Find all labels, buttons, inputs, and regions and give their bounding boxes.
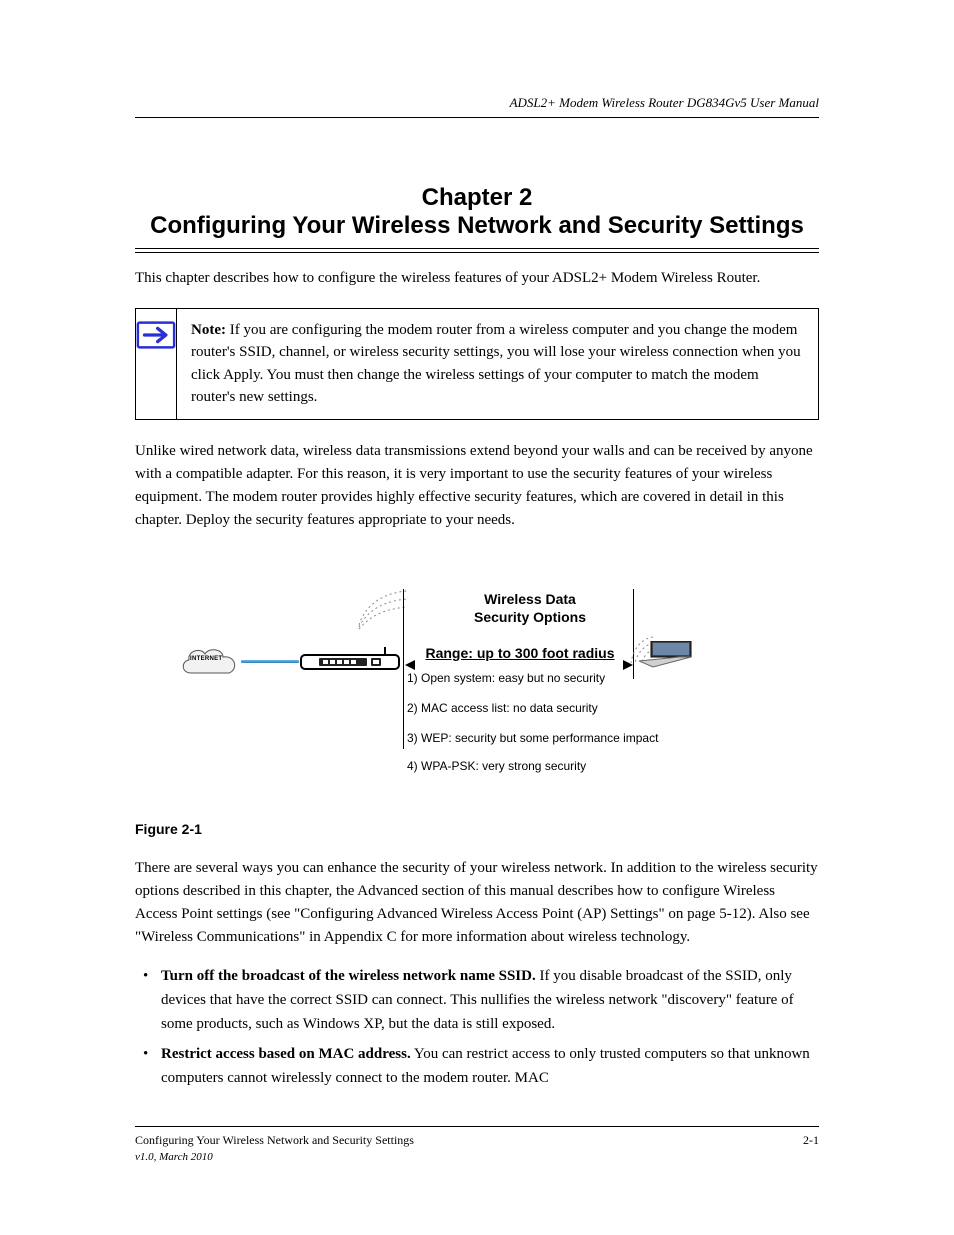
paragraph-2: There are several ways you can enhance t…: [135, 857, 819, 950]
wireless-waves-icon: [353, 585, 413, 631]
title-rule-2: [135, 252, 819, 253]
para2-text-c: for more information about wireless tech…: [397, 929, 691, 945]
intro-paragraph: This chapter describes how to configure …: [135, 267, 819, 290]
note-text: Note: If you are configuring the modem r…: [177, 309, 818, 419]
chapter-title: Chapter 2 Configuring Your Wireless Netw…: [135, 184, 819, 240]
router-icon: [299, 647, 401, 675]
figure-option-2: 2) MAC access list: no data security: [407, 701, 598, 715]
note-body: If you are configuring the modem router …: [191, 322, 801, 406]
cable-line: [241, 660, 299, 663]
footer-rule: [135, 1126, 819, 1127]
figure-range-label: Range: up to 300 foot radius: [415, 645, 625, 661]
para2-text-b: ). Also see: [747, 906, 810, 922]
note-label: Note:: [191, 322, 226, 338]
para2-link-2[interactable]: "Wireless Communications" in Appendix C: [135, 929, 397, 945]
arrow-right-icon: [136, 321, 176, 349]
figure-option-3: 3) WEP: security but some performance im…: [407, 731, 658, 745]
bullet-1: Turn off the broadcast of the wireless n…: [141, 964, 819, 1036]
laptop-icon: [639, 641, 693, 671]
internet-label: INTERNET: [190, 656, 222, 662]
figure-title-line1: Wireless Data: [435, 591, 625, 607]
header-right: ADSL2+ Modem Wireless Router DG834Gv5 Us…: [510, 95, 819, 111]
footer-version: v1.0, March 2010: [135, 1151, 819, 1163]
figure-caption: Figure 2-1: [135, 821, 819, 837]
page-footer: Configuring Your Wireless Network and Se…: [135, 1133, 819, 1148]
para2-link-1[interactable]: "Configuring Advanced Wireless Access Po…: [294, 906, 747, 922]
footer-right: 2-1: [803, 1133, 819, 1148]
page-header: ADSL2+ Modem Wireless Router DG834Gv5 Us…: [135, 95, 819, 117]
title-rule-1: [135, 248, 819, 249]
figure-title-line2: Security Options: [435, 609, 625, 625]
note-icon-cell: [136, 309, 177, 419]
figure-option-4: 4) WPA-PSK: very strong security: [407, 759, 586, 773]
figure-2-1: INTERNET: [135, 563, 819, 813]
figure-left-divider: [403, 589, 404, 749]
bullet-2: Restrict access based on MAC address. Yo…: [141, 1042, 819, 1090]
bullet-2-title: Restrict access based on MAC address.: [161, 1046, 411, 1062]
note-box: Note: If you are configuring the modem r…: [135, 308, 819, 420]
arrow-left-icon: [405, 657, 415, 667]
internet-cloud-icon: [179, 645, 241, 681]
bullet-list: Turn off the broadcast of the wireless n…: [135, 964, 819, 1090]
footer-left: Configuring Your Wireless Network and Se…: [135, 1133, 414, 1148]
figure-option-1: 1) Open system: easy but no security: [407, 671, 605, 685]
bullet-1-title: Turn off the broadcast of the wireless n…: [161, 968, 536, 984]
header-rule: [135, 117, 819, 118]
paragraph-1: Unlike wired network data, wireless data…: [135, 440, 819, 533]
